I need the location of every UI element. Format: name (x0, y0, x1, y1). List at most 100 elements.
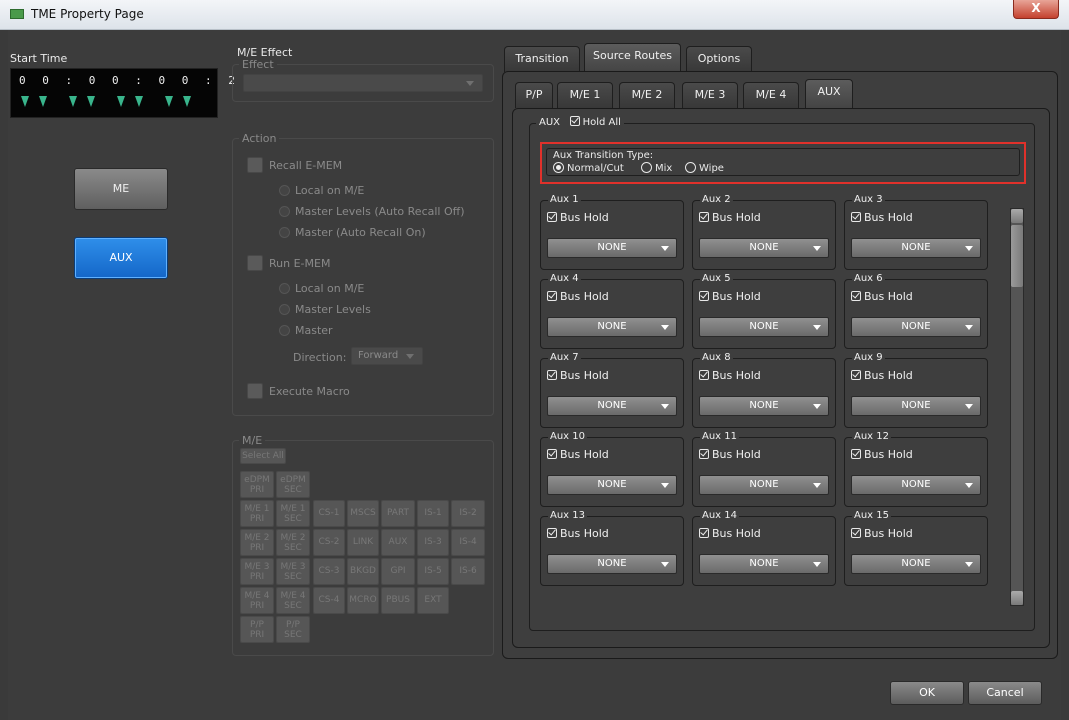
normal-cut-radio[interactable] (553, 162, 564, 173)
scroll-up-button[interactable] (1011, 209, 1023, 223)
scroll-down-button[interactable] (1011, 591, 1023, 605)
me-source-button[interactable]: M/E 4 SEC (276, 587, 310, 614)
me-source-button[interactable]: P/P SEC (276, 616, 310, 643)
me-source-button[interactable]: P/P PRI (240, 616, 274, 643)
aux-source-dropdown[interactable]: NONE (547, 554, 677, 574)
bus-hold-checkbox[interactable] (851, 212, 861, 222)
me-button[interactable]: ME (74, 168, 168, 210)
aux-source-dropdown[interactable]: NONE (851, 475, 981, 495)
bus-hold-toggle[interactable]: Bus Hold (851, 527, 913, 540)
transition-normal-option[interactable]: Normal/Cut (553, 162, 624, 174)
bus-hold-checkbox[interactable] (699, 212, 709, 222)
run-emem-checkbox[interactable] (247, 255, 263, 271)
bus-hold-toggle[interactable]: Bus Hold (699, 448, 761, 461)
bus-hold-checkbox[interactable] (699, 528, 709, 538)
tab-me4[interactable]: M/E 4 (743, 82, 799, 108)
aux-source-dropdown[interactable]: NONE (851, 317, 981, 337)
bus-hold-toggle[interactable]: Bus Hold (851, 290, 913, 303)
me-source-button[interactable]: CS-1 (313, 500, 345, 527)
me-source-button[interactable]: IS-4 (451, 529, 485, 556)
me-source-button[interactable]: PBUS (381, 587, 415, 614)
run-master-radio[interactable] (279, 325, 290, 336)
scroll-thumb[interactable] (1011, 225, 1023, 287)
me-source-button[interactable]: AUX (381, 529, 415, 556)
bus-hold-checkbox[interactable] (547, 370, 557, 380)
bus-hold-checkbox[interactable] (851, 528, 861, 538)
me-source-button[interactable]: M/E 3 PRI (240, 558, 274, 585)
me-source-button[interactable]: M/E 1 PRI (240, 500, 274, 527)
bus-hold-toggle[interactable]: Bus Hold (547, 369, 609, 382)
tab-me2[interactable]: M/E 2 (619, 82, 675, 108)
bus-hold-toggle[interactable]: Bus Hold (547, 527, 609, 540)
bus-hold-toggle[interactable]: Bus Hold (547, 448, 609, 461)
bus-hold-toggle[interactable]: Bus Hold (699, 290, 761, 303)
bus-hold-toggle[interactable]: Bus Hold (851, 448, 913, 461)
close-button[interactable]: X (1013, 0, 1059, 19)
mix-radio[interactable] (641, 162, 652, 173)
aux-source-dropdown[interactable]: NONE (547, 396, 677, 416)
run-local-radio[interactable] (279, 283, 290, 294)
me-source-button[interactable]: PART (381, 500, 415, 527)
recall-master-radio[interactable] (279, 227, 290, 238)
cancel-button[interactable]: Cancel (968, 681, 1042, 705)
me-source-button[interactable]: EXT (417, 587, 449, 614)
aux-button[interactable]: AUX (74, 237, 168, 279)
bus-hold-checkbox[interactable] (547, 449, 557, 459)
me-source-button[interactable]: LINK (347, 529, 379, 556)
aux-scrollbar[interactable] (1010, 208, 1024, 606)
me-source-button[interactable]: M/E 3 SEC (276, 558, 310, 585)
bus-hold-checkbox[interactable] (547, 291, 557, 301)
execute-macro-checkbox[interactable] (247, 383, 263, 399)
me-source-button[interactable]: M/E 2 PRI (240, 529, 274, 556)
me-source-button[interactable]: CS-2 (313, 529, 345, 556)
tab-me3[interactable]: M/E 3 (682, 82, 738, 108)
me-source-button[interactable]: GPI (381, 558, 415, 585)
tab-source-routes[interactable]: Source Routes (584, 43, 681, 72)
bus-hold-checkbox[interactable] (851, 370, 861, 380)
bus-hold-toggle[interactable]: Bus Hold (547, 290, 609, 303)
me-source-button[interactable]: IS-6 (451, 558, 485, 585)
me-source-button[interactable]: IS-3 (417, 529, 449, 556)
timecode-display[interactable]: 0 0 : 0 0 : 0 0 : 2 9 (10, 68, 258, 118)
bus-hold-toggle[interactable]: Bus Hold (851, 369, 913, 382)
transition-wipe-option[interactable]: Wipe (685, 162, 724, 174)
ok-button[interactable]: OK (890, 681, 964, 705)
bus-hold-checkbox[interactable] (699, 291, 709, 301)
recall-emem-checkbox[interactable] (247, 157, 263, 173)
transition-mix-option[interactable]: Mix (641, 162, 672, 174)
bus-hold-toggle[interactable]: Bus Hold (699, 369, 761, 382)
recall-local-radio[interactable] (279, 185, 290, 196)
bus-hold-checkbox[interactable] (547, 528, 557, 538)
me-source-button[interactable]: M/E 2 SEC (276, 529, 310, 556)
tab-me1[interactable]: M/E 1 (557, 82, 613, 108)
bus-hold-checkbox[interactable] (699, 449, 709, 459)
aux-source-dropdown[interactable]: NONE (699, 396, 829, 416)
me-source-button[interactable]: M/E 1 SEC (276, 500, 310, 527)
me-source-button[interactable]: IS-1 (417, 500, 449, 527)
bus-hold-toggle[interactable]: Bus Hold (699, 211, 761, 224)
bus-hold-checkbox[interactable] (699, 370, 709, 380)
aux-source-dropdown[interactable]: NONE (547, 475, 677, 495)
tab-transition[interactable]: Transition (504, 46, 580, 72)
bus-hold-toggle[interactable]: Bus Hold (851, 211, 913, 224)
select-all-button[interactable]: Select All (240, 448, 286, 464)
aux-source-dropdown[interactable]: NONE (851, 238, 981, 258)
me-source-button[interactable]: M/E 4 PRI (240, 587, 274, 614)
aux-source-dropdown[interactable]: NONE (547, 238, 677, 258)
aux-source-dropdown[interactable]: NONE (699, 238, 829, 258)
me-source-button[interactable]: IS-5 (417, 558, 449, 585)
recall-master-levels-radio[interactable] (279, 206, 290, 217)
me-source-button[interactable]: eDPM SEC (276, 471, 310, 498)
bus-hold-checkbox[interactable] (851, 449, 861, 459)
me-source-button[interactable]: MCRO (347, 587, 379, 614)
tab-pp[interactable]: P/P (515, 82, 553, 108)
effect-dropdown[interactable] (243, 74, 483, 92)
aux-source-dropdown[interactable]: NONE (547, 317, 677, 337)
me-source-button[interactable]: CS-4 (313, 587, 345, 614)
me-source-button[interactable]: IS-2 (451, 500, 485, 527)
tab-aux[interactable]: AUX (805, 79, 853, 108)
run-master-levels-radio[interactable] (279, 304, 290, 315)
wipe-radio[interactable] (685, 162, 696, 173)
bus-hold-checkbox[interactable] (547, 212, 557, 222)
me-source-button[interactable]: eDPM PRI (240, 471, 274, 498)
